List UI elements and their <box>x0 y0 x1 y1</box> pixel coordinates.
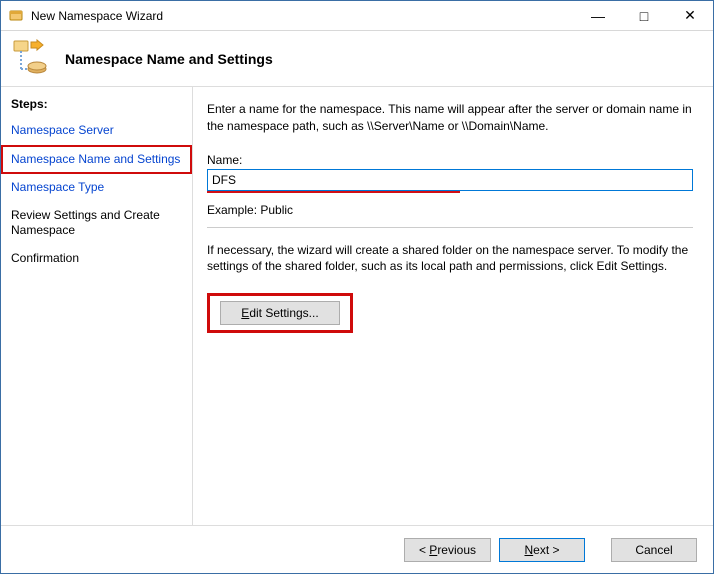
name-label: Name: <box>207 153 693 167</box>
edit-settings-label: dit Settings... <box>249 306 318 320</box>
next-label: ext <box>533 543 549 557</box>
namespace-name-input[interactable] <box>207 169 693 191</box>
window-controls: — □ ✕ <box>575 1 713 30</box>
steps-sidebar: Steps: Namespace Server Namespace Name a… <box>1 87 193 525</box>
window-title: New Namespace Wizard <box>31 9 163 23</box>
page-title: Namespace Name and Settings <box>65 51 273 67</box>
intro-text: Enter a name for the namespace. This nam… <box>207 101 693 135</box>
step-namespace-name-settings[interactable]: Namespace Name and Settings <box>1 145 192 175</box>
steps-heading: Steps: <box>1 93 192 117</box>
minimize-button[interactable]: — <box>575 1 621 30</box>
wizard-window: New Namespace Wizard — □ ✕ Namespace Nam… <box>0 0 714 574</box>
wizard-header: Namespace Name and Settings <box>1 31 713 87</box>
wizard-header-icon <box>11 39 51 79</box>
next-button[interactable]: Next > <box>499 538 585 562</box>
titlebar: New Namespace Wizard — □ ✕ <box>1 1 713 31</box>
edit-settings-highlight: Edit Settings... <box>207 293 353 333</box>
step-namespace-server[interactable]: Namespace Server <box>1 117 192 145</box>
cancel-button[interactable]: Cancel <box>611 538 697 562</box>
content-pane: Enter a name for the namespace. This nam… <box>193 87 713 525</box>
edit-settings-button[interactable]: Edit Settings... <box>220 301 340 325</box>
info-text: If necessary, the wizard will create a s… <box>207 242 693 276</box>
step-confirmation: Confirmation <box>1 245 192 273</box>
maximize-button[interactable]: □ <box>621 1 667 30</box>
divider <box>207 227 693 228</box>
previous-label: revious <box>437 543 476 557</box>
previous-button[interactable]: < Previous <box>404 538 491 562</box>
close-button[interactable]: ✕ <box>667 1 713 30</box>
wizard-footer: < Previous Next > Cancel <box>1 525 713 573</box>
wizard-title-icon <box>9 8 25 24</box>
step-namespace-type[interactable]: Namespace Type <box>1 174 192 202</box>
step-review-create: Review Settings and Create Namespace <box>1 202 192 245</box>
example-label: Example: Public <box>207 203 693 217</box>
